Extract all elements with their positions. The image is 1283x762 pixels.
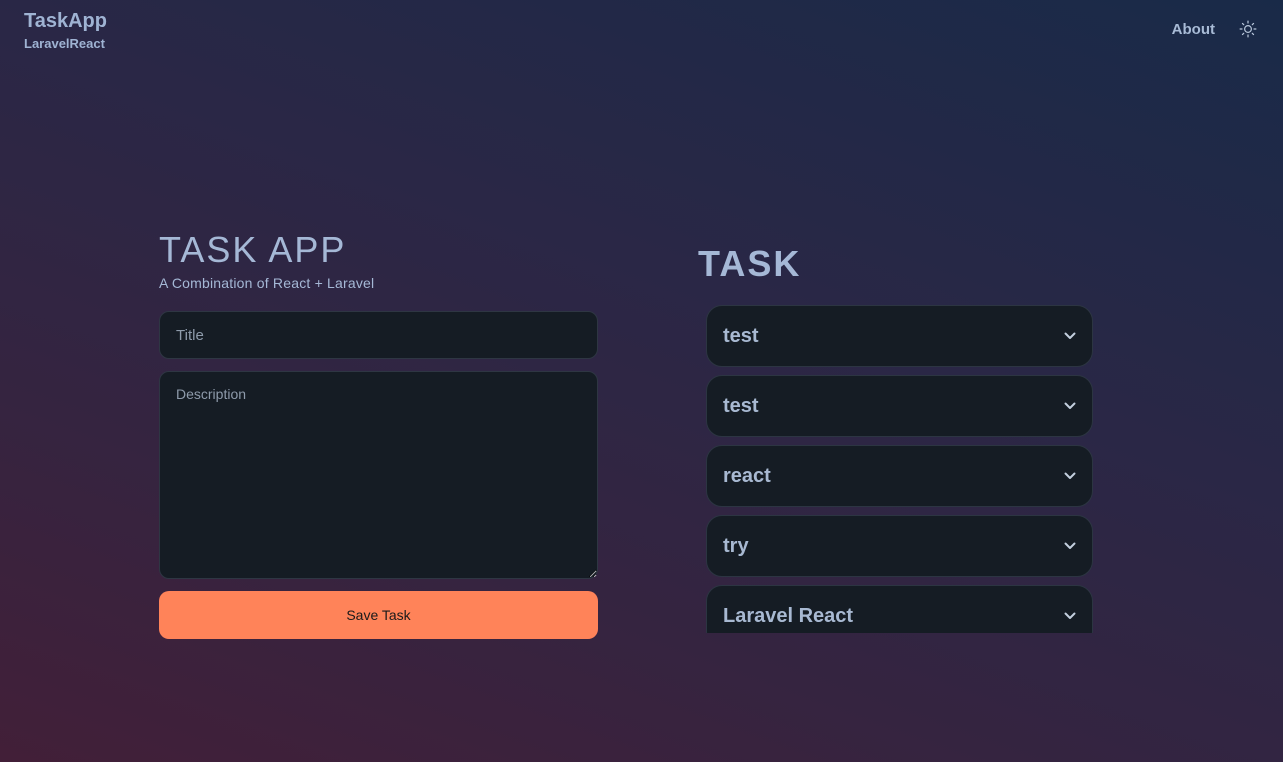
save-task-button[interactable]: Save Task xyxy=(159,591,598,639)
task-item[interactable]: test xyxy=(706,375,1093,437)
task-item[interactable]: try xyxy=(706,515,1093,577)
page-title: TASK APP xyxy=(159,229,347,270)
task-item-label: test xyxy=(723,394,759,417)
chevron-down-icon xyxy=(1064,540,1076,552)
task-list-heading: TASK xyxy=(698,243,802,284)
page-subtitle: A Combination of React + Laravel xyxy=(159,275,375,291)
task-item[interactable]: test xyxy=(706,305,1093,367)
task-form: TASK APP A Combination of React + Larave… xyxy=(159,228,598,639)
task-item[interactable]: Laravel React xyxy=(706,585,1093,633)
theme-toggle-button[interactable] xyxy=(1237,18,1259,40)
title-input[interactable] xyxy=(159,311,598,359)
brand-title: TaskApp xyxy=(24,10,107,32)
task-list: test test react try Laravel React xyxy=(706,305,1093,633)
about-link[interactable]: About xyxy=(1172,21,1215,38)
task-item-label: react xyxy=(723,464,771,487)
sun-icon xyxy=(1239,20,1257,38)
brand[interactable]: TaskApp LaravelReact xyxy=(24,9,107,53)
task-item-label: test xyxy=(723,324,759,347)
chevron-down-icon xyxy=(1064,330,1076,342)
task-item-label: try xyxy=(723,534,749,557)
task-item[interactable]: react xyxy=(706,445,1093,507)
chevron-down-icon xyxy=(1064,610,1076,622)
task-item-label: Laravel React xyxy=(723,604,854,627)
description-input[interactable] xyxy=(159,371,598,579)
chevron-down-icon xyxy=(1064,470,1076,482)
brand-subtitle: LaravelReact xyxy=(24,36,105,51)
chevron-down-icon xyxy=(1064,400,1076,412)
top-nav: About xyxy=(1172,18,1259,40)
